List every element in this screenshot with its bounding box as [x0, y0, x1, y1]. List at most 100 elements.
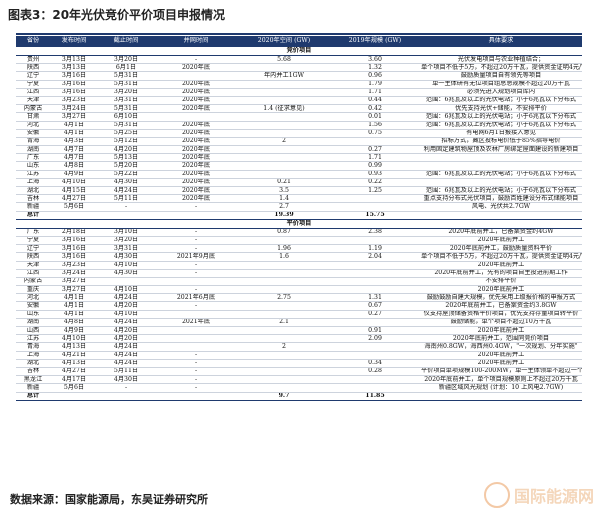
table-cell: 0.75: [330, 129, 420, 138]
table-cell: 5月22日: [98, 170, 154, 179]
table-cell: 2020年底: [154, 80, 238, 89]
table-row: 江苏 4月9日 5月22日 2020年底 0.93 范围：6兆瓦及以上的光伏电站；小于6兆…: [16, 170, 582, 179]
table-cell: [238, 88, 330, 97]
table-cell: 3月31日: [98, 96, 154, 106]
total-cell: 15.75: [330, 211, 420, 220]
table-cell: 4月24日: [98, 342, 154, 352]
table-cell: 6月1日: [98, 63, 154, 73]
table-cell: 3月10日: [98, 228, 154, 237]
table-cell: 3月24日: [50, 104, 98, 114]
table-cell: 3月16日: [50, 71, 98, 81]
table-row: 山东 4月1日 4月10日 0.27 仅支持屋顶储备资格平价项目，优先支持存量项目转平价: [16, 310, 582, 319]
total-cell: [420, 392, 582, 401]
table-cell: 安徽: [16, 129, 50, 138]
table-cell: 湖南: [16, 318, 50, 328]
table-cell: 上海: [16, 178, 50, 188]
top-rule: [16, 33, 582, 35]
table-cell: 1.31: [330, 293, 420, 303]
table-cell: 有电网6月1日报接入意见: [420, 129, 582, 138]
table-cell: [238, 153, 330, 163]
table-cell: 鼓励鼓励自建大规模，优先采用上级报价格的申报方式: [420, 293, 582, 303]
table-row: 青海 4月3日 5月12日 2020年底 2 招标方式，藏区投标电价低于85%指导电价: [16, 137, 582, 147]
table-row: 山东 4月8日 5月20日 2020年底 0.99: [16, 161, 582, 171]
watermark-text: 国际能源网: [513, 487, 594, 506]
table-cell: 4月24日: [98, 351, 154, 360]
table-cell: 4月10日: [50, 178, 98, 188]
table-cell: 4月21日: [50, 351, 98, 360]
total-cell: 总计: [16, 392, 50, 401]
table-row: 广东 4月7日 5月13日 2020年底 1.71: [16, 153, 582, 163]
table-cell: 3月31日: [98, 244, 154, 254]
table-row: 吉林 4月27日 5月11日 2020年底 1.4 重点支持分布式光伏项目，鼓励百姓建设分…: [16, 194, 582, 204]
table-cell: 5月20日: [98, 161, 154, 171]
table-cell: 江苏: [16, 170, 50, 179]
table-cell: 4月27日: [50, 367, 98, 377]
table-cell: -: [154, 269, 238, 278]
table-cell: 0.44: [330, 96, 420, 106]
column-header: 省份: [16, 36, 50, 47]
table-cell: 5月11日: [98, 367, 154, 377]
section-label: 竞价项目: [16, 47, 582, 56]
table-cell: 4月10日: [50, 334, 98, 344]
table-cell: 新疆区域风光规划 (计划：10 上风电2.7GW): [420, 383, 582, 393]
table-cell: 1.56: [330, 121, 420, 130]
table-cell: [330, 342, 420, 352]
total-cell: [420, 211, 582, 220]
table-cell: 3月16日: [50, 244, 98, 254]
total-cell: 11.85: [330, 392, 420, 401]
table-cell: 2: [238, 137, 330, 147]
table-cell: [238, 112, 330, 122]
table-cell: 利用固定建筑物屋顶及农林厂房绑定屋面建设的新建项目: [420, 145, 582, 155]
table-cell: -: [154, 228, 238, 237]
globe-logo-icon: [483, 482, 510, 508]
table-cell: 吉林: [16, 367, 50, 377]
table-cell: [238, 170, 330, 179]
table-row: 新疆 5月6日 - -2.7 风电、光伏共2.7GW: [16, 202, 582, 212]
table-row: 江苏 4月10日 4月20日 2.09 2020年底前并工，范围同竞价项目: [16, 334, 582, 344]
table-cell: 湖北: [16, 359, 50, 368]
table-cell: 新疆: [16, 202, 50, 212]
table-cell: 鼓励质量项目自有领先等项目: [420, 71, 582, 81]
table-row: 青海 4月13日 4月24日 2 海南州0.8GW，海西州0.4GW，"一次规划、分年实…: [16, 342, 582, 352]
table-cell: 江西: [16, 269, 50, 278]
table-cell: [238, 375, 330, 385]
table-cell: 重庆: [16, 285, 50, 295]
table-cell: 4月30日: [98, 252, 154, 262]
table-cell: [154, 334, 238, 344]
table-cell: 山东: [16, 161, 50, 171]
table-cell: 1.4 (征求意见): [238, 104, 330, 114]
table-cell: 3月24日: [50, 269, 98, 278]
table-cell: 2020年底: [154, 153, 238, 163]
table-cell: 4月13日: [50, 342, 98, 352]
table-cell: 3月23日: [50, 96, 98, 106]
table-row: 河北 4月1日 5月31日 2020年底 1.56 范围：6兆瓦及以上的光伏电站；小于6兆…: [16, 121, 582, 130]
table-row: 安徽 4月1日 4月20日 - 0.67 2020年底前并工，已备案资金约3.8GW: [16, 301, 582, 311]
table-cell: 必须先进入规划项目库内: [420, 88, 582, 97]
table-cell: 2021年6月底: [154, 293, 238, 303]
table-cell: 2020年底前并工: [420, 326, 582, 336]
table-cell: 2.75: [238, 293, 330, 303]
table-cell: 上海: [16, 351, 50, 360]
table-cell: 4月10日: [98, 310, 154, 319]
table-row: 上海 4月21日 4月24日 - 2020年底前并工: [16, 351, 582, 360]
table-cell: [238, 285, 330, 295]
table-row: 宁夏 3月16日 5月31日 2020年底 1.79 单一主体研有无位项目组总总规模不超过…: [16, 80, 582, 89]
total-cell: [98, 392, 154, 401]
table-cell: 3月16日: [50, 80, 98, 89]
total-cell: [154, 392, 238, 401]
table-row: 陕西 3月13日 6月1日 2020年底 1.32 单个项目不低于5万，不超过20万千瓦，…: [16, 63, 582, 73]
table-cell: [330, 137, 420, 147]
table-row: 宁夏 3月16日 3月20日 - 2020年底前并工: [16, 236, 582, 246]
table-row: 辽宁 3月16日 5月31日 年内并工1GW 0.96 鼓励质量项目自有领先等项目: [16, 71, 582, 81]
table-cell: 1.71: [330, 153, 420, 163]
table-cell: 3.60: [330, 55, 420, 65]
table-cell: -: [154, 375, 238, 385]
table-cell: 4月10日: [98, 261, 154, 270]
table-cell: 5月13日: [98, 153, 154, 163]
section-label: 平价项目: [16, 219, 582, 229]
table-row: 山西 4月9日 4月20日 0.91 2020年底前并工: [16, 326, 582, 336]
table-cell: 青海: [16, 137, 50, 147]
table-cell: 2月18日: [50, 228, 98, 237]
table-cell: 0.28: [330, 367, 420, 377]
table-row: 吉林 4月27日 5月11日 - 0.28 平价项目单项规模100-200MW，单一主体领…: [16, 367, 582, 377]
